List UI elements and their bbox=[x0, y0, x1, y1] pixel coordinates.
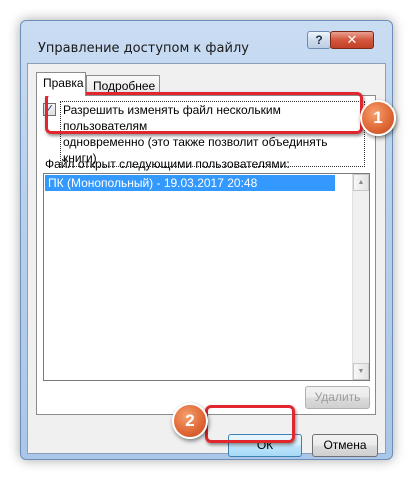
arrow-up-icon: ▲ bbox=[357, 179, 365, 186]
help-icon: ? bbox=[315, 33, 323, 47]
callout-highlight-checkbox bbox=[45, 92, 363, 134]
vertical-scrollbar[interactable]: ▲ ▼ bbox=[352, 174, 369, 380]
tab-edit[interactable]: Правка bbox=[36, 72, 86, 96]
scroll-up-button[interactable]: ▲ bbox=[353, 174, 369, 191]
users-listbox[interactable]: ПК (Монопольный) - 19.03.2017 20:48 ▲ ▼ bbox=[43, 173, 370, 381]
cancel-button[interactable]: Отмена bbox=[312, 434, 378, 457]
callout-highlight-ok bbox=[205, 405, 295, 443]
scroll-down-button[interactable]: ▼ bbox=[353, 363, 369, 380]
help-button[interactable]: ? bbox=[307, 31, 331, 49]
title-bar[interactable]: Управление доступом к файлу ? ✕ bbox=[21, 21, 392, 61]
tab-panel: ✓ Разрешить изменять файл нескольким пол… bbox=[36, 95, 376, 415]
window-title: Управление доступом к файлу bbox=[38, 41, 249, 56]
step-badge-1: 1 bbox=[360, 100, 396, 136]
close-button[interactable]: ✕ bbox=[330, 31, 374, 49]
arrow-down-icon: ▼ bbox=[357, 368, 365, 375]
list-item[interactable]: ПК (Монопольный) - 19.03.2017 20:48 bbox=[45, 175, 335, 191]
dialog-window: Управление доступом к файлу ? ✕ Правка П… bbox=[20, 20, 393, 460]
users-list-label: Файл открыт следующими пользователями: bbox=[45, 157, 290, 171]
delete-button[interactable]: Удалить bbox=[305, 386, 370, 409]
step-badge-2: 2 bbox=[172, 403, 208, 439]
close-icon: ✕ bbox=[346, 32, 358, 47]
